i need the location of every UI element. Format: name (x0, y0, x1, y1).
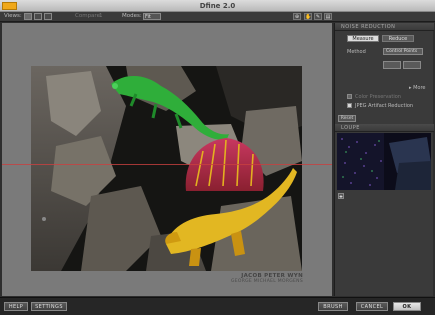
toolbar: Views: Compare: 1 Modes: Fit ⊕ ✋ ✎ ▤ (0, 12, 435, 22)
more-toggle[interactable]: ▸ More (409, 85, 426, 91)
method-select[interactable]: Control Points (383, 48, 423, 55)
ok-button[interactable]: OK (393, 302, 421, 311)
noise-reduction-header: NOISE REDUCTION (335, 23, 434, 31)
loupe-pin-icon[interactable]: ✚ (338, 193, 344, 199)
zoom-icon[interactable]: ⊕ (293, 13, 301, 20)
image-caption: JACOB PETER WYN GEORGE MICHAEL MORGENS (231, 273, 303, 284)
compare-value: 1 (99, 13, 103, 19)
help-button[interactable]: HELP (4, 302, 28, 311)
jpeg-artifact-label: JPEG Artifact Reduction (355, 103, 414, 109)
loupe-preview[interactable] (337, 133, 431, 190)
more-label: More (413, 85, 426, 91)
compare-label: Compare: (75, 13, 102, 19)
control-point-add-button[interactable] (383, 61, 401, 69)
modes-label: Modes: (122, 13, 142, 19)
settings-button[interactable]: SETTINGS (31, 302, 67, 311)
reset-button[interactable]: Reset (338, 115, 356, 122)
tab-measure[interactable]: Measure (347, 35, 379, 42)
image-canvas[interactable]: JACOB PETER WYN GEORGE MICHAEL MORGENS (2, 23, 332, 296)
window-title: Dfine 2.0 (199, 2, 236, 10)
loupe-noise-illustration (337, 133, 431, 190)
views-label: Views: (4, 13, 22, 19)
color-preservation-checkbox[interactable] (347, 94, 352, 99)
brush-button[interactable]: BRUSH (318, 302, 348, 311)
control-panel: NOISE REDUCTION Measure Reduce Method Co… (334, 23, 434, 296)
color-preservation-label: Color Preservation (355, 94, 401, 100)
layers-icon[interactable]: ▤ (324, 13, 332, 20)
loupe-header: LOUPE (335, 124, 434, 132)
eyedropper-icon[interactable]: ✎ (314, 13, 322, 20)
view-side-by-side-button[interactable] (44, 13, 52, 20)
split-guide-line[interactable] (2, 164, 332, 165)
hand-tool-icon[interactable]: ✋ (304, 13, 312, 20)
dfine-window: Dfine 2.0 Views: Compare: 1 Modes: Fit ⊕… (0, 0, 435, 315)
tab-reduce[interactable]: Reduce (382, 35, 414, 42)
dinosaur-photo[interactable] (31, 66, 302, 271)
bottom-bar: HELP SETTINGS BRUSH CANCEL OK (0, 297, 435, 315)
jpeg-artifact-checkbox[interactable] (347, 103, 352, 108)
method-label: Method (347, 49, 366, 55)
modes-select[interactable]: Fit (143, 13, 161, 20)
caption-line-2: GEORGE MICHAEL MORGENS (230, 279, 303, 284)
photo-illustration (31, 66, 302, 271)
cancel-button[interactable]: CANCEL (356, 302, 388, 311)
title-bar: Dfine 2.0 (0, 0, 435, 12)
view-split-button[interactable] (34, 13, 42, 20)
control-point-remove-button[interactable] (403, 61, 421, 69)
view-single-button[interactable] (24, 13, 32, 20)
